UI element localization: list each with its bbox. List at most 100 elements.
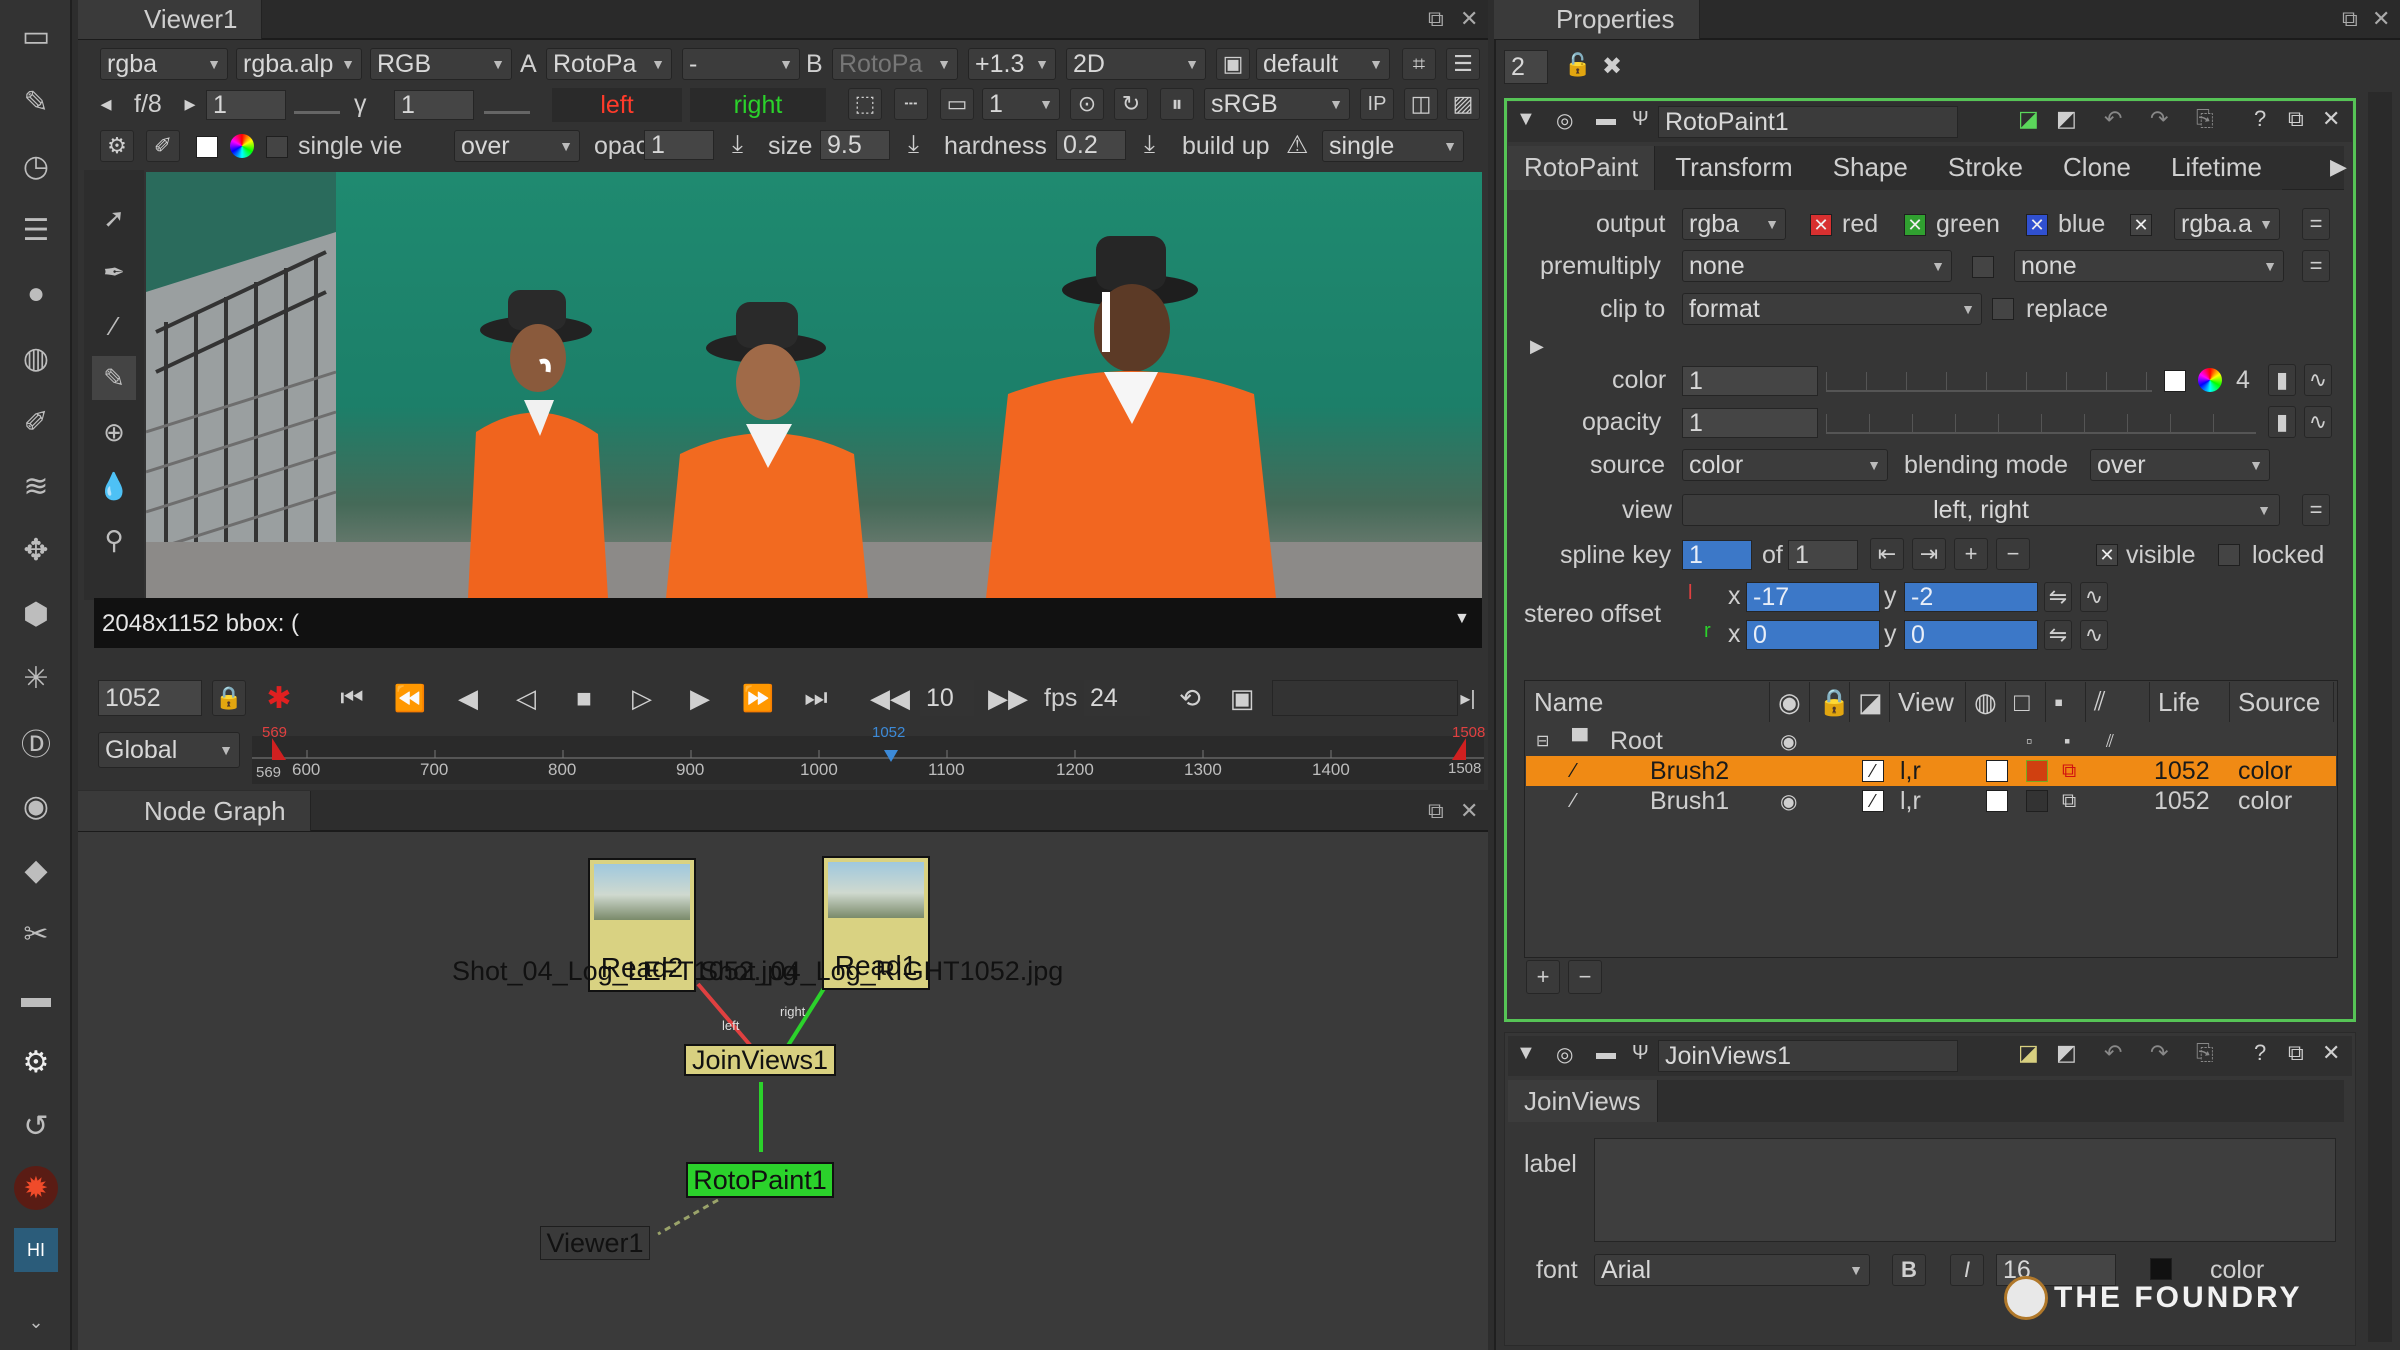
layers-icon[interactable]: ≋ <box>14 464 58 508</box>
view-right-button[interactable]: right <box>690 88 826 122</box>
particles-icon[interactable]: ✳ <box>14 656 58 700</box>
channels-dropdown[interactable]: rgba ▼ <box>100 48 228 80</box>
flipbook-icon[interactable]: ▣ <box>1222 678 1262 718</box>
col-color-icon[interactable]: ◍ <box>1966 682 2006 722</box>
color-swatch[interactable] <box>196 136 218 158</box>
add-key-icon[interactable]: + <box>1954 538 1988 570</box>
properties-scrollbar[interactable] <box>2368 92 2392 1342</box>
edit-icon[interactable]: ◪ <box>2018 106 2039 132</box>
play-backward-icon[interactable]: ◁ <box>506 678 546 718</box>
invert-checkbox[interactable]: ⁄ <box>1862 790 1884 812</box>
right-x-field[interactable]: 0 <box>1746 620 1880 650</box>
next-frame-icon[interactable]: ▶ <box>680 678 720 718</box>
input-process-button[interactable]: IP <box>1360 88 1394 120</box>
close-icon[interactable]: ✕ <box>2372 6 2390 32</box>
col-motionblur-icon[interactable]: ▪ <box>2046 682 2086 722</box>
joinviews-node-name[interactable]: JoinViews1 <box>1658 1040 1958 1072</box>
node-settings-icon[interactable]: ▬ <box>1596 1042 1616 1065</box>
menu-icon[interactable]: ☰ <box>14 208 58 252</box>
col-visible-icon[interactable]: ◉ <box>1770 682 1810 722</box>
cube-icon[interactable]: ⬢ <box>14 592 58 636</box>
gear-icon[interactable]: ⚙ <box>14 1040 58 1084</box>
overlay-swatch[interactable] <box>2026 760 2048 782</box>
blur-tool-icon[interactable]: 💧 <box>92 464 136 508</box>
move-icon[interactable]: ✥ <box>14 528 58 572</box>
clone-tool-icon[interactable]: ⊕ <box>92 410 136 454</box>
color-wheel-icon[interactable] <box>2198 368 2222 392</box>
lock-panels-icon[interactable]: 🔓 <box>1564 52 1591 78</box>
play-forward-icon[interactable]: ▷ <box>622 678 662 718</box>
alpha-dropdown[interactable]: rgba.alp ▼ <box>236 48 362 80</box>
refresh-icon[interactable]: ↻ <box>1114 88 1148 120</box>
overlay-swatch[interactable] <box>2026 790 2048 812</box>
float-node-icon[interactable]: ⧉ <box>2288 1040 2304 1066</box>
tab-transform[interactable]: Transform <box>1655 145 1813 190</box>
node-color-icon[interactable]: ◎ <box>1556 108 1573 133</box>
color-wheel-icon[interactable] <box>230 134 254 158</box>
opacity-picker-icon[interactable]: ▮ <box>2268 406 2296 438</box>
status-expand-icon[interactable]: ▼ <box>1454 610 1470 628</box>
float-icon[interactable]: ⧉ <box>1428 798 1444 824</box>
redo-icon[interactable]: ↷ <box>2150 106 2168 132</box>
fraction-label[interactable]: f/8 <box>134 90 162 119</box>
select-tool-icon[interactable]: ➚ <box>92 196 136 240</box>
clip-to-dropdown[interactable]: format ▼ <box>1682 293 1982 325</box>
brush-tool-icon[interactable]: ⁄ <box>92 304 136 348</box>
prev-frame-small-icon[interactable]: ◂ <box>94 88 118 120</box>
undo-icon[interactable]: ↶ <box>2104 1040 2122 1066</box>
viewer-mode-dropdown[interactable]: 2D ▼ <box>1066 48 1206 80</box>
viewer-image[interactable] <box>146 172 1482 598</box>
close-node-icon[interactable]: ✕ <box>2322 106 2340 132</box>
hatch-icon[interactable]: ▨ <box>1446 88 1480 120</box>
next-keyframe-icon[interactable]: ⏩ <box>738 678 778 718</box>
invert-checkbox[interactable]: ⁄ <box>1862 760 1884 782</box>
proxy-dropdown[interactable]: 1 ▼ <box>982 88 1060 120</box>
viewer-icon[interactable]: ▭ <box>14 14 58 58</box>
single-view-checkbox[interactable] <box>266 136 288 158</box>
replace-checkbox[interactable] <box>1992 298 2014 320</box>
camera-icon[interactable]: ▣ <box>1216 48 1250 80</box>
wipe-icon[interactable]: ◫ <box>1404 88 1438 120</box>
bold-button[interactable]: B <box>1892 1254 1926 1286</box>
stereo-curve-icon[interactable]: ∿ <box>2080 582 2108 612</box>
sphere-icon[interactable]: ● <box>14 272 58 316</box>
col-lock-icon[interactable]: 🔒 <box>1810 682 1850 722</box>
hardness-field[interactable]: 0.2 <box>1056 130 1126 160</box>
lut-dropdown[interactable]: default ▼ <box>1256 48 1390 80</box>
roi-icon[interactable]: ⌗ <box>1402 48 1436 80</box>
premultiply-dropdown[interactable]: none ▼ <box>1682 250 1952 282</box>
tab-stroke[interactable]: Stroke <box>1927 145 2044 190</box>
node-settings-icon[interactable]: ▬ <box>1596 108 1616 131</box>
col-name[interactable]: Name <box>1526 682 1770 722</box>
rotopaint-node-name[interactable]: RotoPaint1 <box>1658 106 1958 138</box>
float-node-icon[interactable]: ⧉ <box>2288 106 2304 132</box>
alpha-channel-checkbox[interactable]: ✕ <box>2130 214 2152 236</box>
remove-curve-button[interactable]: − <box>1568 960 1602 994</box>
tab-joinviews[interactable]: JoinViews <box>1508 1080 1658 1122</box>
d-icon[interactable]: Ⓓ <box>14 720 58 764</box>
record-icon[interactable]: ✱ <box>262 680 296 716</box>
size-pressure-icon[interactable]: ⤓ <box>908 130 919 159</box>
clear-panels-icon[interactable]: ✖ <box>1602 52 1622 81</box>
chevron-down-icon[interactable]: ⌄ <box>14 1300 58 1344</box>
col-blend-icon[interactable]: ⫽ <box>2086 682 2150 722</box>
color-slider[interactable] <box>1826 372 2152 392</box>
wrench-icon[interactable]: ✂ <box>14 912 58 956</box>
frame-range-field[interactable] <box>1272 680 1458 716</box>
float-icon[interactable]: ⧉ <box>1428 6 1444 32</box>
tool-settings-icon[interactable]: ⚙ <box>100 130 134 162</box>
col-life[interactable]: Life <box>2150 682 2230 722</box>
table-row[interactable]: ⊟ ▀ Root ◉ ▫ ▪ ⫽ <box>1526 726 2336 756</box>
visible-checkbox[interactable]: ✕ <box>2096 544 2118 566</box>
frame-field[interactable]: 1 <box>206 90 286 120</box>
pen-tool-icon[interactable]: ✒ <box>92 250 136 294</box>
pause-icon[interactable]: ⏸ <box>1160 88 1194 120</box>
locked-checkbox[interactable] <box>2218 544 2240 566</box>
row-color-swatch[interactable] <box>1986 760 2008 782</box>
colorspace-dropdown[interactable]: sRGB ▼ <box>1204 88 1350 120</box>
help-icon[interactable]: ? <box>2254 1040 2266 1066</box>
clip-warning-icon[interactable]: ⊙ <box>1070 88 1104 120</box>
brush-settings-icon[interactable]: ✐ <box>146 130 180 162</box>
expand-group-icon[interactable]: ▶ <box>1530 336 1544 357</box>
collapse-icon[interactable]: ▼ <box>1516 1042 1536 1065</box>
